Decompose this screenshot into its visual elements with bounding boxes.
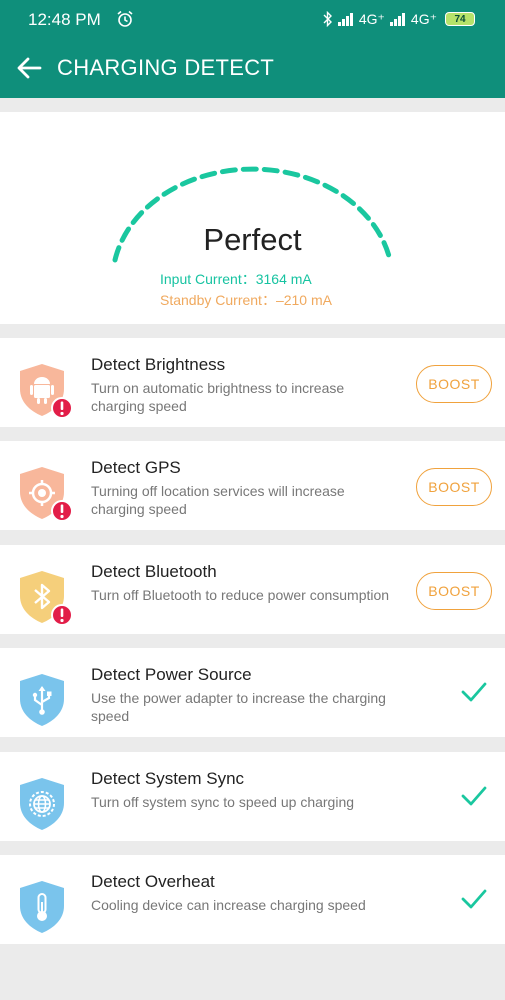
status-time: 12:48 PM (28, 10, 101, 29)
detect-system-sync-card: Detect System Sync Turn off system sync … (0, 752, 505, 841)
card-description: Cooling device can increase charging spe… (91, 897, 366, 913)
alarm-icon (117, 10, 133, 27)
detect-overheat-card: Detect Overheat Cooling device can incre… (0, 855, 505, 944)
standby-current: Standby Current：–210 mA (160, 292, 332, 308)
android-icon (20, 364, 72, 419)
boost-brightness-button[interactable]: BOOST (416, 365, 492, 403)
status-icons: 4G⁺ 4G⁺ 74 (323, 9, 475, 29)
app-bar: 12:48 PM 4G⁺ 4G⁺ 74 CHARGING DETECT (0, 0, 505, 98)
charging-status: Perfect (203, 222, 302, 257)
card-title: Detect GPS (91, 458, 181, 477)
card-title: Detect Brightness (91, 355, 226, 374)
boost-bluetooth-button[interactable]: BOOST (416, 572, 492, 610)
check-icon (461, 786, 487, 806)
boost-gps-button[interactable]: BOOST (416, 468, 492, 506)
card-title: Detect Power Source (91, 665, 252, 684)
detect-power-source-card: Detect Power Source Use the power adapte… (0, 648, 505, 737)
card-description: Turning off location services will incre… (91, 483, 345, 517)
page-title: CHARGING DETECT (57, 55, 275, 80)
signal-1-icon (337, 13, 353, 26)
detect-gps-card: Detect GPS Turning off location services… (0, 441, 505, 530)
charging-gauge-card: Perfect Input Current：3164 mA Standby Cu… (0, 112, 505, 324)
card-description: Turn off system sync to speed up chargin… (91, 794, 355, 810)
bluetooth-status-icon (323, 11, 332, 27)
network-2-label: 4G⁺ (410, 10, 437, 27)
card-title: Detect Overheat (91, 872, 215, 891)
card-title: Detect Bluetooth (91, 562, 217, 581)
bluetooth-icon (20, 571, 72, 626)
thermometer-icon (20, 881, 64, 933)
detect-bluetooth-card: Detect Bluetooth Turn off Bluetooth to r… (0, 545, 505, 634)
location-target-icon (20, 467, 72, 522)
card-description: Use the power adapter to increase the ch… (91, 690, 386, 724)
card-description: Turn off Bluetooth to reduce power consu… (91, 587, 390, 603)
check-icon (461, 889, 487, 909)
network-1-label: 4G⁺ (358, 10, 385, 27)
card-title: Detect System Sync (91, 769, 245, 788)
card-description: Turn on automatic brightness to increase… (91, 380, 345, 414)
usb-icon (20, 674, 64, 726)
back-arrow-icon[interactable] (14, 54, 44, 82)
signal-2-icon (389, 13, 405, 26)
detect-brightness-card: Detect Brightness Turn on automatic brig… (0, 338, 505, 427)
input-current: Input Current：3164 mA (160, 271, 312, 287)
battery-icon: 74 (445, 12, 475, 26)
status-bar: 12:48 PM 4G⁺ 4G⁺ 74 (0, 0, 505, 38)
globe-icon (20, 778, 64, 830)
check-icon (461, 682, 487, 702)
